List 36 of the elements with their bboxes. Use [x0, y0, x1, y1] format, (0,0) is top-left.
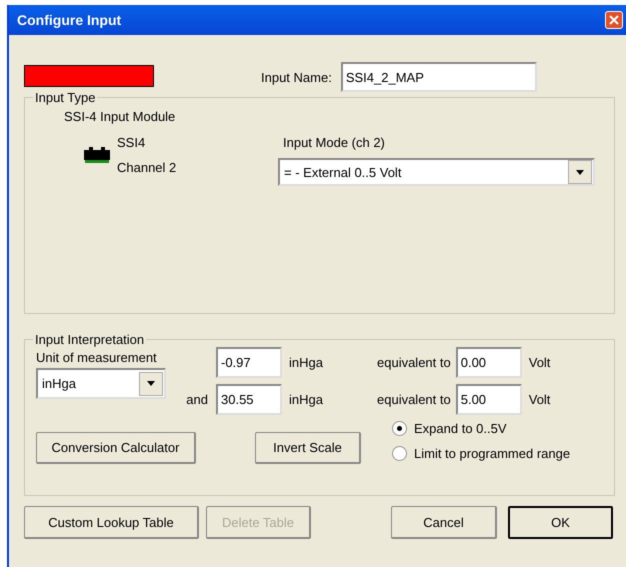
group-title: Input Interpretation: [34, 332, 146, 347]
volt-field[interactable]: 0.00: [456, 347, 522, 378]
unit-label: Unit of measurement: [36, 350, 158, 365]
value-field[interactable]: 30.55: [216, 384, 282, 415]
volt-unit: Volt: [528, 392, 550, 407]
radio-option[interactable]: Expand to 0..5V: [392, 421, 570, 436]
module-label: SSI-4 Input Module: [64, 109, 176, 124]
close-button[interactable]: [605, 11, 623, 29]
equivalent-label: equivalent to: [377, 392, 451, 407]
ok-button[interactable]: OK: [508, 506, 613, 539]
color-swatch[interactable]: [24, 65, 154, 87]
custom-lookup-table-button[interactable]: Custom Lookup Table: [24, 506, 199, 539]
close-icon: [609, 15, 619, 25]
input-mode-label: Input Mode (ch 2): [283, 135, 386, 150]
unit-text: inHga: [289, 355, 324, 370]
cancel-button[interactable]: Cancel: [391, 506, 497, 539]
input-name-label: Input Name:: [261, 70, 332, 84]
value-field[interactable]: -0.97: [216, 347, 282, 378]
volt-field[interactable]: 5.00: [456, 384, 522, 415]
unit-dropdown[interactable]: inHga: [36, 368, 166, 399]
and-label: and: [186, 392, 208, 407]
equivalent-label: equivalent to: [377, 355, 451, 370]
dropdown-arrow-icon: [147, 381, 155, 386]
radio-option[interactable]: Limit to programmed range: [392, 446, 570, 461]
input-name-field[interactable]: SSI4_2_MAP: [340, 62, 537, 92]
volt-unit: Volt: [528, 355, 550, 370]
invert-scale-button[interactable]: Invert Scale: [255, 432, 361, 464]
device-label: SSI4: [117, 135, 146, 150]
group-title: Input Type: [34, 90, 96, 105]
conversion-calculator-button[interactable]: Conversion Calculator: [36, 432, 196, 464]
connector-icon: [84, 146, 110, 164]
unit-text: inHga: [289, 392, 324, 407]
dropdown-arrow-icon: [576, 170, 584, 174]
window-title: Configure Input: [17, 12, 122, 28]
channel-label: Channel 2: [117, 160, 176, 175]
input-mode-dropdown[interactable]: = - External 0..5 Volt: [278, 158, 595, 186]
